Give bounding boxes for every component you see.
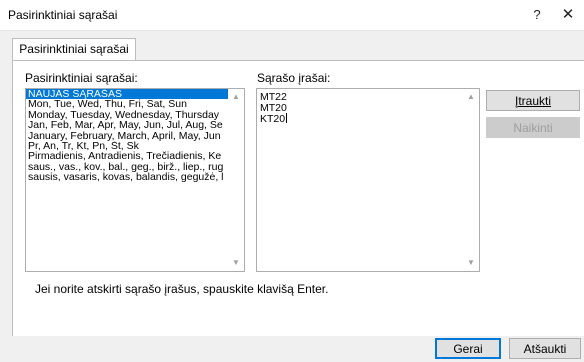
custom-lists-items: NAUJAS SĄRAŠAS Mon, Tue, Wed, Thu, Fri, S…: [26, 89, 244, 183]
custom-lists-label-text: Pasirinktiniai sąrašai:: [25, 71, 138, 85]
list-entries-scrollbar[interactable]: ▲ ▼: [463, 89, 479, 271]
list-entries-textarea[interactable]: MT22 MT20 KT20 ▲ ▼: [256, 88, 480, 272]
list-item[interactable]: sausis, vasaris, kovas, balandis, gegužė…: [26, 172, 244, 182]
title-bar: Pasirinktiniai sąrašai ? ✕: [0, 0, 584, 31]
hint-text: Jei norite atskirti sąrašo įrašus, spaus…: [35, 282, 329, 296]
delete-button-label: Naikinti: [513, 121, 553, 135]
list-item[interactable]: Monday, Tuesday, Wednesday, Thursday: [26, 110, 244, 120]
insert-button-label: Įtraukti: [514, 94, 551, 108]
delete-button[interactable]: Naikinti: [486, 117, 580, 138]
entry-line: KT20: [260, 113, 288, 126]
list-item[interactable]: Pr, An, Tr, Kt, Pn, Št, Sk: [26, 141, 244, 151]
tab-panel: Pasirinktiniai sąrašai: NAUJAS SĄRAŠAS Mo…: [12, 60, 584, 336]
entries-scroll-up-icon[interactable]: ▲: [463, 89, 479, 105]
custom-lists-label: Pasirinktiniai sąrašai:: [25, 71, 138, 85]
ok-button-label: Gerai: [453, 342, 483, 356]
ok-button[interactable]: Gerai: [435, 338, 501, 359]
custom-lists-scrollbar[interactable]: ▲ ▼: [228, 89, 244, 271]
list-item[interactable]: Mon, Tue, Wed, Thu, Fri, Sat, Sun: [26, 99, 244, 109]
cancel-button[interactable]: Atšaukti: [509, 338, 581, 359]
insert-button[interactable]: Įtraukti: [486, 90, 580, 111]
dialog-body: Pasirinktiniai sąrašai Pasirinktiniai są…: [0, 31, 584, 362]
custom-lists-listbox[interactable]: NAUJAS SĄRAŠAS Mon, Tue, Wed, Thu, Fri, S…: [25, 88, 245, 272]
entry-line-text: KT20: [260, 113, 286, 126]
entry-line-text: MT20: [260, 101, 287, 114]
list-entries-label-text: Sąrašo įrašai:: [257, 71, 331, 85]
window-title: Pasirinktiniai sąrašai: [8, 8, 118, 22]
list-item[interactable]: January, February, March, April, May, Ju…: [26, 131, 244, 141]
text-caret: [286, 113, 288, 124]
entries-scroll-down-icon[interactable]: ▼: [463, 255, 479, 271]
help-icon[interactable]: ?: [523, 4, 551, 26]
list-entries-lines: MT22 MT20 KT20: [260, 92, 288, 126]
list-item[interactable]: Pirmadienis, Antradienis, Trečiadienis, …: [26, 151, 244, 161]
entry-line: MT20: [260, 101, 287, 114]
list-item[interactable]: NAUJAS SĄRAŠAS: [26, 89, 244, 100]
cancel-button-label: Atšaukti: [523, 342, 567, 356]
close-icon[interactable]: ✕: [554, 4, 582, 26]
scroll-up-icon[interactable]: ▲: [228, 89, 244, 105]
list-item[interactable]: Jan, Feb, Mar, Apr, May, Jun, Jul, Aug, …: [26, 120, 244, 130]
list-item[interactable]: saus., vas., kov., bal., geg., birž., li…: [26, 162, 244, 172]
scroll-down-icon[interactable]: ▼: [228, 255, 244, 271]
tab-custom-lists[interactable]: Pasirinktiniai sąrašai: [12, 38, 136, 60]
list-entries-label: Sąrašo įrašai:: [257, 71, 330, 85]
